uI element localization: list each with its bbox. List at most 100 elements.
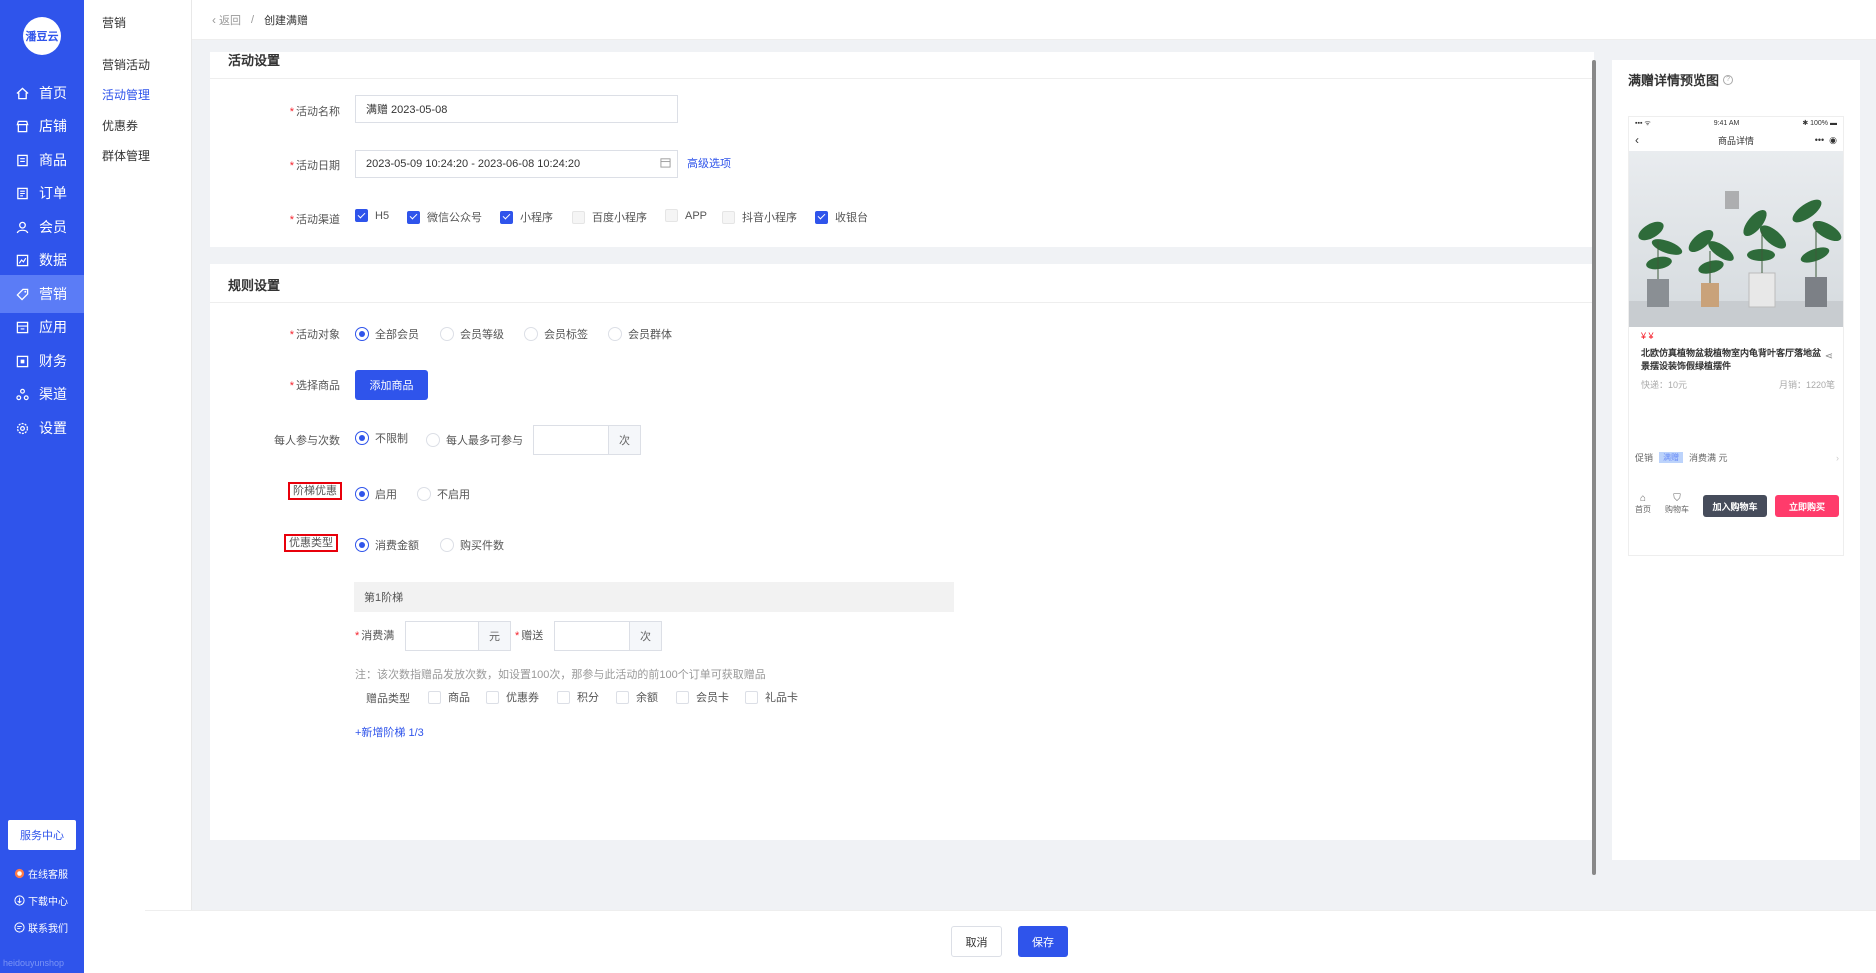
download-center-label: 下载中心 [28, 897, 68, 908]
subnav-item-coupons[interactable]: 优惠券 [102, 117, 138, 134]
target-all-radio[interactable]: 全部会员 [355, 326, 419, 342]
checkbox-label: APP [685, 209, 708, 222]
channel-wechat-checkbox[interactable]: 微信公众号 [407, 209, 482, 225]
brand-logo[interactable]: 潘豆云 [23, 17, 61, 55]
back-arrow-icon: ‹ [1635, 133, 1639, 147]
contact-us-link[interactable]: 联系我们 [14, 920, 68, 935]
gift-type-goods-checkbox[interactable]: 商品 [428, 689, 470, 705]
preview-title: 满赠详情预览图 ? [1628, 70, 1734, 89]
chart-icon [15, 253, 29, 267]
spend-threshold-input[interactable]: 元 [405, 621, 511, 651]
tier-disable-radio[interactable]: 不启用 [417, 486, 470, 502]
back-link[interactable]: ‹ 返回 [212, 12, 241, 28]
times-limited-radio[interactable]: 每人最多可参与 [426, 432, 523, 448]
share-icon: ⋖ [1824, 351, 1833, 362]
radio-dot [426, 433, 440, 447]
nav-item-settings[interactable]: 设置 [0, 409, 84, 447]
checkbox-box [722, 210, 735, 224]
number-field[interactable] [534, 426, 608, 454]
gift-count-note: 注：该次数指赠品发放次数，如设置100次，那参与此活动的前100个订单可获取赠品 [355, 669, 766, 681]
tier-enable-radio[interactable]: 启用 [355, 486, 397, 502]
product-name: 北欧仿真植物盆栽植物室内龟背叶客厅落地盆景摆设装饰假绿植摆件 [1641, 348, 1822, 371]
channel-cashier-checkbox[interactable]: 收银台 [815, 209, 868, 225]
back-label: 返回 [219, 14, 241, 27]
discount-type-label: 优惠类型 [284, 534, 338, 552]
home-icon [15, 86, 29, 100]
brand-watermark: heidouyunshop [3, 958, 65, 968]
activity-date-input[interactable]: 2023-05-09 10:24:20 - 2023-06-08 10:24:2… [355, 150, 678, 178]
target-level-radio[interactable]: 会员等级 [440, 326, 504, 342]
checkbox-box [665, 209, 678, 222]
checkbox-label: 优惠券 [506, 692, 539, 704]
activity-name-label: * 活动名称 [289, 106, 340, 118]
nav-item-label: 数据 [39, 252, 67, 268]
subnav-item-activity-management[interactable]: 活动管理 [102, 86, 150, 103]
form-scrollbar[interactable] [1592, 60, 1596, 875]
checkbox-box [557, 690, 570, 704]
radio-label: 会员标签 [544, 329, 588, 341]
monthly-sales: 月销：1220笔 [1778, 380, 1835, 390]
nav-item-apps[interactable]: 应用 [0, 308, 84, 346]
discount-quantity-radio[interactable]: 购买件数 [440, 537, 504, 553]
target-tag-radio[interactable]: 会员标签 [524, 326, 588, 342]
gift-type-points-checkbox[interactable]: 积分 [557, 689, 599, 705]
save-button[interactable]: 保存 [1018, 926, 1068, 957]
checkbox-label: 会员卡 [696, 692, 729, 704]
date-range-value: 2023-05-09 10:24:20 - 2023-06-08 10:24:2… [366, 158, 581, 170]
download-center-link[interactable]: 下载中心 [14, 893, 68, 908]
subnav-item-groups[interactable]: 群体管理 [102, 147, 150, 164]
cancel-button[interactable]: 取消 [951, 926, 1002, 957]
gift-type-giftcard-checkbox[interactable]: 礼品卡 [745, 689, 798, 705]
channel-baidu-checkbox[interactable]: 百度小程序 [572, 209, 647, 225]
checkbox-box [572, 210, 585, 224]
checkbox-box [745, 690, 758, 704]
nav-item-order[interactable]: 订单 [0, 174, 84, 212]
product-meta: 快递：10元 月销：1220笔 [1641, 378, 1835, 391]
checkbox-label: 小程序 [520, 212, 553, 224]
gift-type-label: 赠品类型 [366, 693, 410, 705]
chevron-right-icon: › [1836, 452, 1839, 463]
finance-icon [15, 354, 29, 368]
add-goods-button[interactable]: 添加商品 [355, 370, 428, 400]
gift-count-label: * 赠送 [515, 630, 544, 642]
channel-douyin-checkbox[interactable]: 抖音小程序 [722, 209, 797, 225]
activity-section-title: 活动设置 [228, 53, 281, 68]
gift-type-balance-checkbox[interactable]: 余额 [616, 689, 658, 705]
nav-item-shop[interactable]: 店铺 [0, 107, 84, 145]
radio-dot [440, 538, 454, 552]
target-group-radio[interactable]: 会员群体 [608, 326, 672, 342]
discount-amount-radio[interactable]: 消费金额 [355, 537, 419, 553]
add-tier-link[interactable]: +新增阶梯 1/3 [355, 724, 424, 740]
gift-type-coupon-checkbox[interactable]: 优惠券 [486, 689, 539, 705]
channel-h5-checkbox[interactable]: H5 [355, 209, 389, 222]
checkbox-label: 积分 [577, 692, 599, 704]
number-field[interactable] [555, 622, 629, 650]
nav-item-data[interactable]: 数据 [0, 241, 84, 279]
checkbox-box [500, 210, 513, 224]
checkbox-box [428, 690, 441, 704]
radio-label: 消费金额 [375, 540, 419, 552]
member-icon [15, 220, 29, 234]
signal-icon: ▪▪▪ ᯤ [1635, 119, 1651, 127]
activity-name-input[interactable]: 满赠 2023-05-08 [355, 95, 678, 123]
info-icon[interactable]: ? [1723, 74, 1734, 85]
nav-item-channel[interactable]: 渠道 [0, 375, 84, 413]
goods-icon [15, 153, 29, 167]
channel-app-checkbox[interactable]: APP [665, 209, 707, 222]
number-field[interactable] [406, 622, 478, 650]
checkbox-label: 抖音小程序 [742, 212, 797, 224]
service-center-button[interactable]: 服务中心 [8, 820, 76, 850]
channel-miniprogram-checkbox[interactable]: 小程序 [500, 209, 553, 225]
advanced-options-link[interactable]: 高级选项 [687, 155, 731, 171]
online-service-link[interactable]: 在线客服 [14, 866, 68, 881]
times-limit-input[interactable]: 次 [533, 425, 641, 455]
subnav-item-campaigns[interactable]: 营销活动 [102, 56, 150, 73]
buy-now-button: 立即购买 [1775, 495, 1839, 517]
gift-count-input[interactable]: 次 [554, 621, 662, 651]
nav-item-label: 订单 [39, 185, 67, 201]
checkbox-box [407, 210, 420, 224]
times-unlimited-radio[interactable]: 不限制 [355, 430, 408, 446]
spend-threshold-label: * 消费满 [355, 630, 395, 642]
radio-label: 启用 [375, 489, 397, 501]
gift-type-membercard-checkbox[interactable]: 会员卡 [676, 689, 729, 705]
